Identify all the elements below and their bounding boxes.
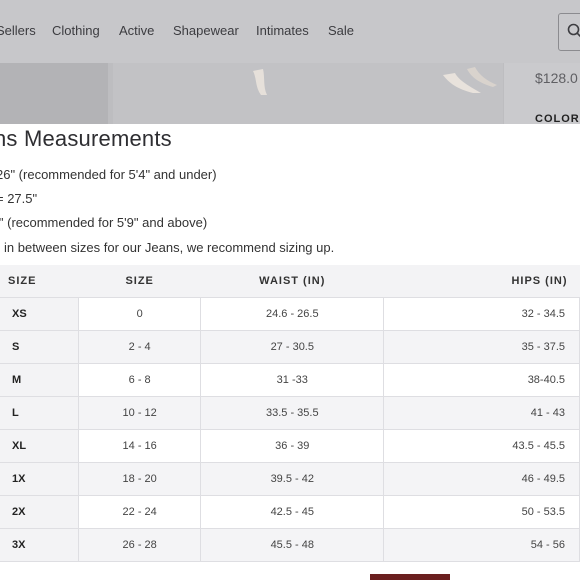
bottom-image-edge xyxy=(370,574,450,580)
hips-value: 50 - 53.5 xyxy=(383,495,580,529)
table-row: XS 0 24.6 - 26.5 32 - 34.5 xyxy=(0,297,580,331)
size-chart-table: SIZE SIZE WAIST (IN) HIPS (IN) XS 0 24.6… xyxy=(0,265,580,562)
table-row: 3X 26 - 28 45.5 - 48 54 - 56 xyxy=(0,528,580,562)
waist-value: 24.6 - 26.5 xyxy=(200,297,385,331)
size-number: 18 - 20 xyxy=(78,462,202,496)
table-row: 2X 22 - 24 42.5 - 45 50 - 53.5 xyxy=(0,495,580,529)
size-note-2: = 27.5" xyxy=(0,191,38,206)
bottom-page-edge xyxy=(0,574,580,580)
size-number: 2 - 4 xyxy=(78,330,202,364)
size-label: L xyxy=(0,396,80,430)
hips-value: 43.5 - 45.5 xyxy=(383,429,580,463)
modal-title: ns Measurements xyxy=(0,126,172,151)
column-header-size-label: SIZE xyxy=(0,265,79,298)
size-number: 6 - 8 xyxy=(78,363,202,397)
waist-value: 27 - 30.5 xyxy=(200,330,385,364)
size-label: 2X xyxy=(0,495,80,529)
column-header-waist: WAIST (IN) xyxy=(200,265,384,298)
hips-value: 32 - 34.5 xyxy=(383,297,580,331)
product-info-panel: $128.0 COLORS xyxy=(504,63,580,128)
hips-value: 35 - 37.5 xyxy=(383,330,580,364)
size-number: 10 - 12 xyxy=(78,396,202,430)
waist-value: 31 -33 xyxy=(200,363,385,397)
waist-value: 36 - 39 xyxy=(200,429,385,463)
size-number: 14 - 16 xyxy=(78,429,202,463)
size-label: 3X xyxy=(0,528,80,562)
product-photo-main xyxy=(113,63,503,128)
search-icon xyxy=(567,23,580,38)
nav-item-active[interactable]: Active xyxy=(119,23,154,38)
column-header-hips: HIPS (IN) xyxy=(383,265,580,298)
hips-value: 38-40.5 xyxy=(383,363,580,397)
nav-item-sale[interactable]: Sale xyxy=(328,23,354,38)
product-price: $128.0 xyxy=(535,70,578,86)
column-header-size: SIZE xyxy=(78,265,201,298)
size-guide-modal: ns Measurements 26" (recommended for 5'4… xyxy=(0,124,580,580)
waist-value: 42.5 - 45 xyxy=(200,495,385,529)
table-row: L 10 - 12 33.5 - 35.5 41 - 43 xyxy=(0,396,580,430)
nav-item-intimates[interactable]: Intimates xyxy=(256,23,309,38)
size-label: M xyxy=(0,363,80,397)
waist-value: 39.5 - 42 xyxy=(200,462,385,496)
size-label: XS xyxy=(0,297,80,331)
table-row: 1X 18 - 20 39.5 - 42 46 - 49.5 xyxy=(0,462,580,496)
table-row: M 6 - 8 31 -33 38-40.5 xyxy=(0,363,580,397)
size-label: 1X xyxy=(0,462,80,496)
size-note-4: in between sizes for our Jeans, we recom… xyxy=(4,240,335,255)
nav-item-shapewear[interactable]: Shapewear xyxy=(173,23,239,38)
hips-value: 41 - 43 xyxy=(383,396,580,430)
search-button[interactable] xyxy=(558,13,580,51)
size-number: 22 - 24 xyxy=(78,495,202,529)
hips-value: 54 - 56 xyxy=(383,528,580,562)
size-number: 0 xyxy=(78,297,202,331)
top-navigation: Sellers Clothing Active Shapewear Intima… xyxy=(0,0,580,63)
waist-value: 33.5 - 35.5 xyxy=(200,396,385,430)
shoe-image xyxy=(253,67,497,95)
size-number: 26 - 28 xyxy=(78,528,202,562)
hips-value: 46 - 49.5 xyxy=(383,462,580,496)
table-header-row: SIZE SIZE WAIST (IN) HIPS (IN) xyxy=(0,265,580,298)
nav-item-best-sellers[interactable]: Sellers xyxy=(0,23,36,38)
size-label: S xyxy=(0,330,80,364)
table-row: XL 14 - 16 36 - 39 43.5 - 45.5 xyxy=(0,429,580,463)
nav-item-clothing[interactable]: Clothing xyxy=(52,23,100,38)
waist-value: 45.5 - 48 xyxy=(200,528,385,562)
table-row: S 2 - 4 27 - 30.5 35 - 37.5 xyxy=(0,330,580,364)
product-photo-left xyxy=(0,63,108,128)
size-note-3: l" (recommended for 5'9" and above) xyxy=(0,215,208,230)
size-label: XL xyxy=(0,429,80,463)
size-note-1: 26" (recommended for 5'4" and under) xyxy=(0,167,217,182)
